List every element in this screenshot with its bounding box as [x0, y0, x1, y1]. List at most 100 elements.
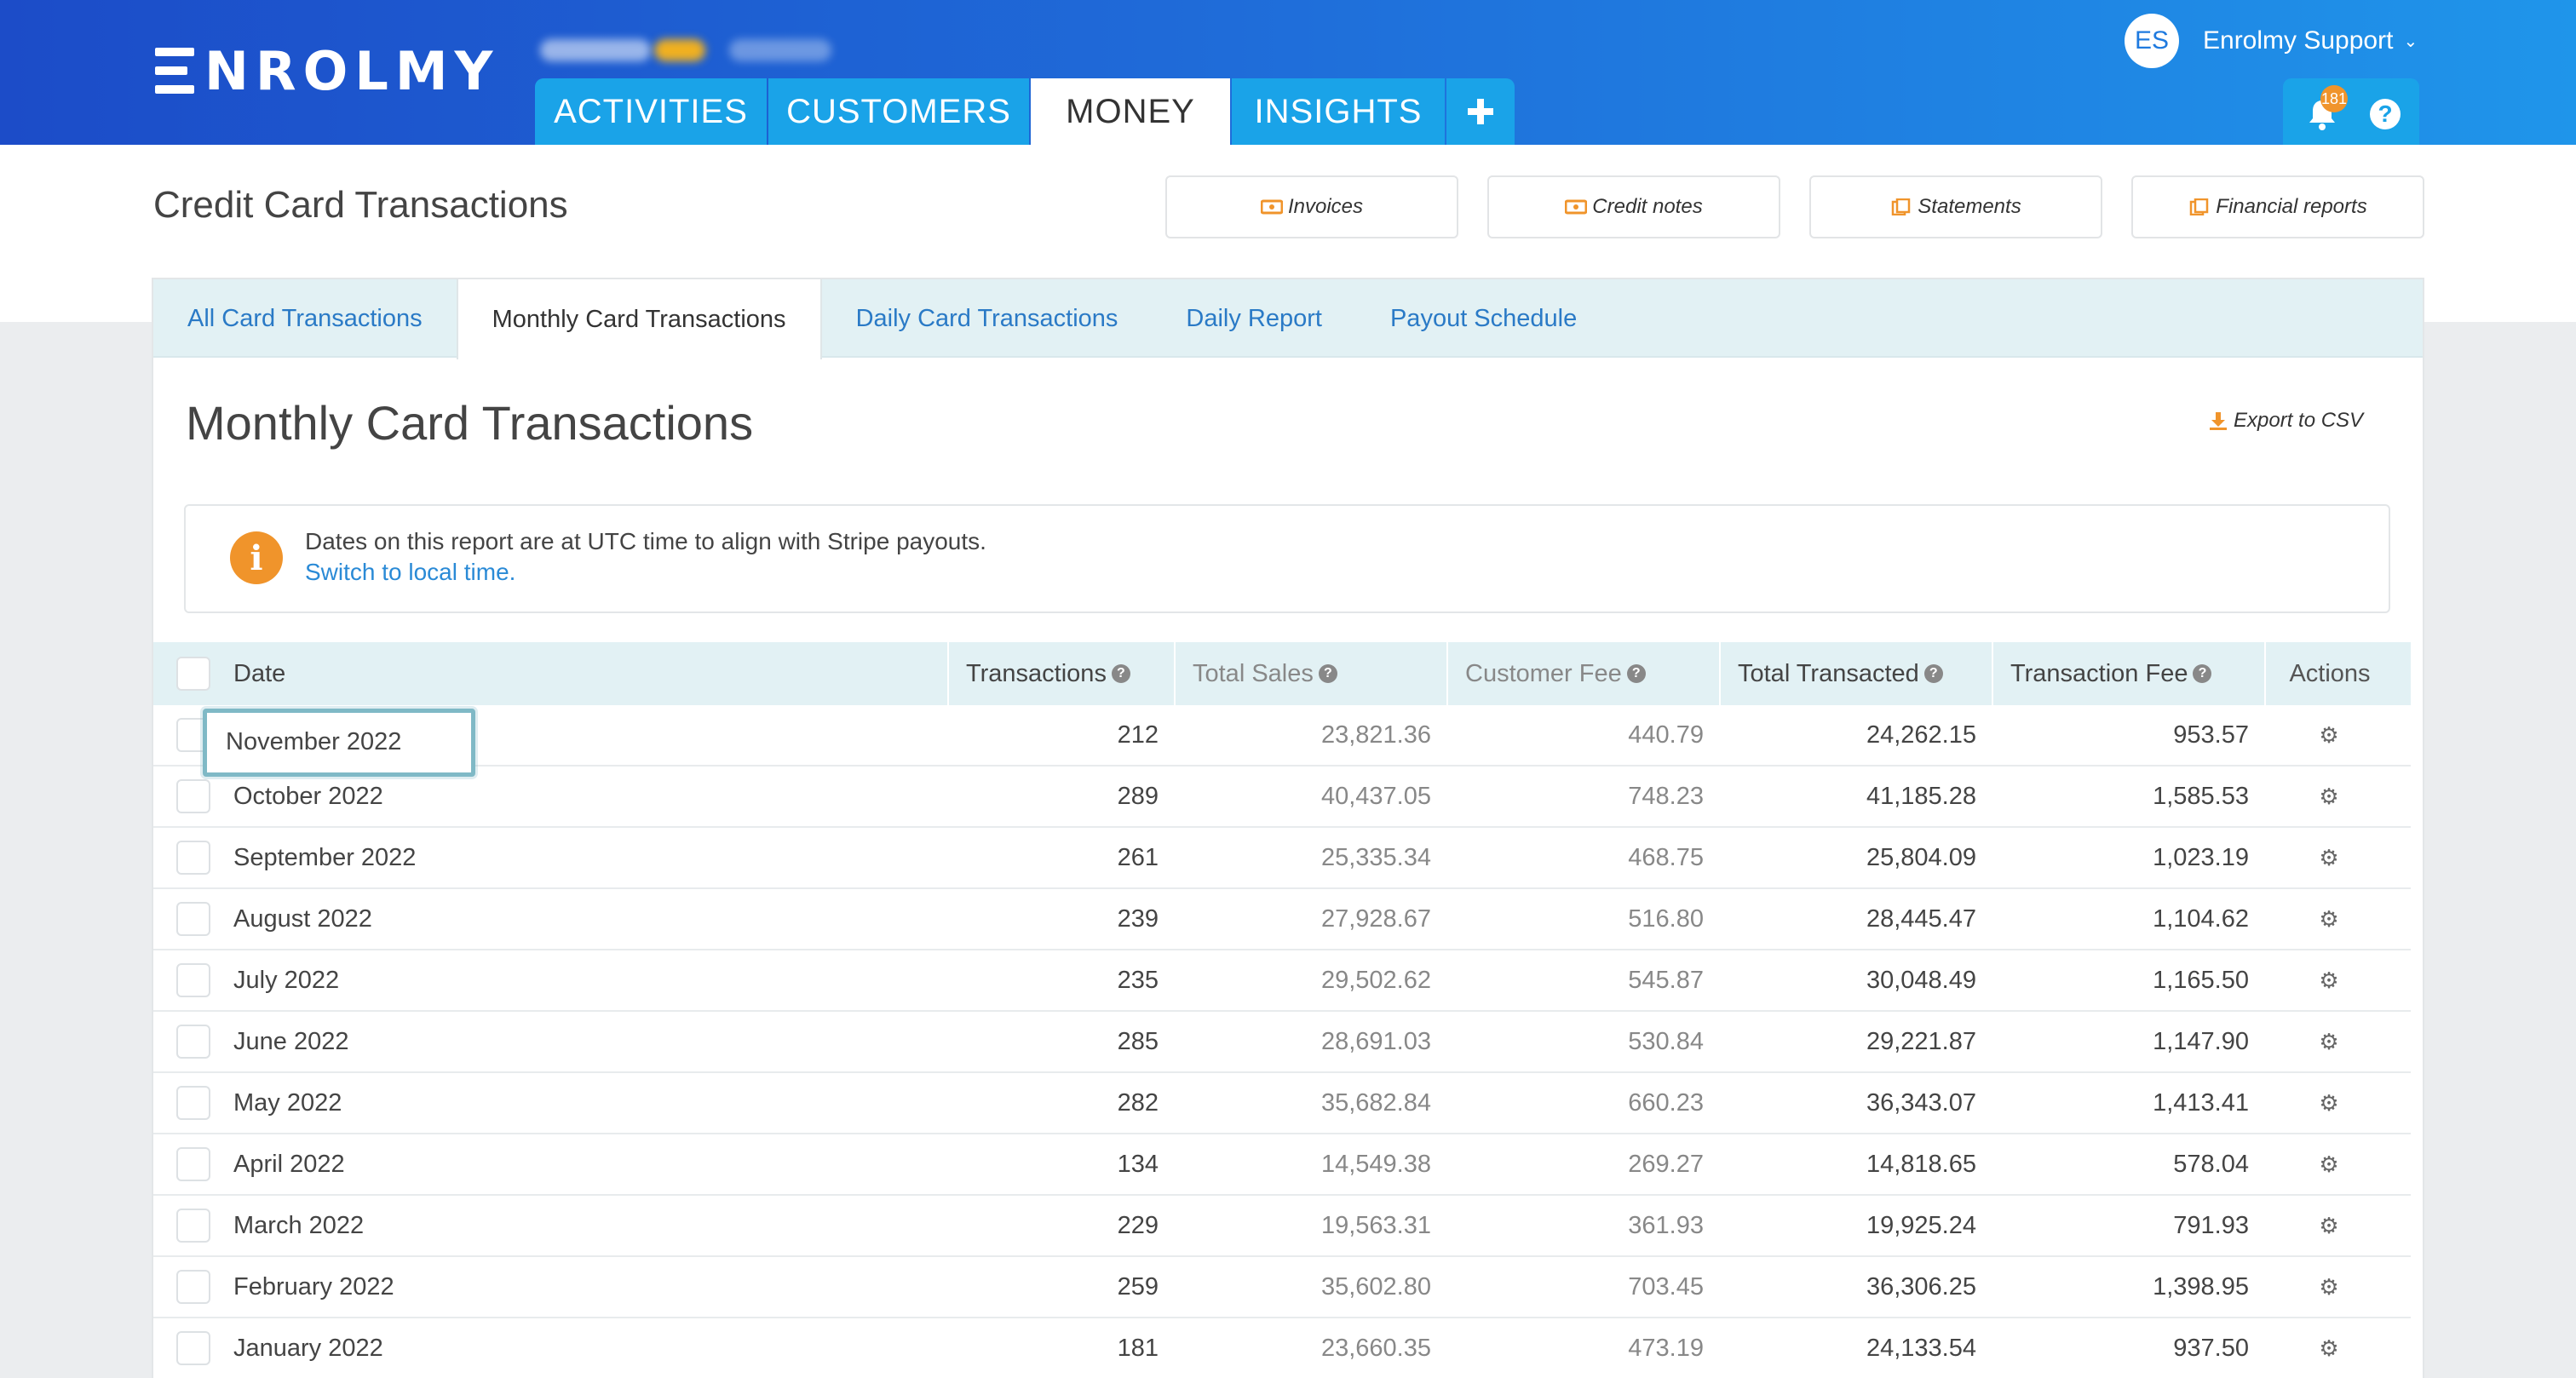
- row-transactions: 261: [1117, 843, 1159, 871]
- gear-icon[interactable]: ⚙: [2319, 906, 2338, 933]
- row-date: June 2022: [233, 1027, 349, 1055]
- row-checkbox[interactable]: [176, 1209, 210, 1243]
- col-date[interactable]: Date: [215, 642, 947, 705]
- col-customer-fee[interactable]: Customer Fee?: [1446, 642, 1719, 705]
- gear-icon[interactable]: ⚙: [2319, 845, 2338, 871]
- col-total-sales[interactable]: Total Sales?: [1174, 642, 1446, 705]
- row-select-cell: [153, 888, 215, 950]
- chevron-down-icon: ⌄: [2403, 32, 2418, 51]
- row-total-sales: 19,563.31: [1320, 1211, 1431, 1239]
- row-checkbox[interactable]: [176, 1086, 210, 1120]
- row-actions-cell: ⚙: [2264, 1011, 2394, 1072]
- row-date: April 2022: [233, 1150, 345, 1178]
- row-transactions: 259: [1117, 1272, 1159, 1300]
- documents-icon: [1892, 198, 1911, 215]
- row-total-sales: 25,335.34: [1320, 843, 1431, 871]
- help-icon[interactable]: ?: [1626, 664, 1646, 683]
- page-title: Credit Card Transactions: [153, 184, 568, 226]
- row-checkbox[interactable]: [176, 1147, 210, 1181]
- table-row[interactable]: June 2022 285 28,691.03 530.84 29,221.87 1,14…: [153, 1012, 2411, 1073]
- utc-info-box: i Dates on this report are at UTC time t…: [184, 504, 2390, 613]
- help-icon[interactable]: ?: [1923, 664, 1943, 683]
- col-transaction-fee[interactable]: Transaction Fee?: [1992, 642, 2264, 705]
- financial-reports-label: Financial reports: [2216, 195, 2367, 218]
- table-row[interactable]: January 2022 181 23,660.35 473.19 24,133.54 9…: [153, 1318, 2411, 1378]
- enrolmy-logo[interactable]: NROLMY: [155, 40, 499, 102]
- help-icon[interactable]: ?: [2370, 99, 2401, 129]
- row-checkbox[interactable]: [176, 1025, 210, 1059]
- user-menu[interactable]: ES Enrolmy Support ⌄: [2125, 14, 2418, 68]
- tab-payout-schedule[interactable]: Payout Schedule: [1356, 279, 1611, 358]
- col-total-transacted[interactable]: Total Transacted?: [1719, 642, 1992, 705]
- nav-tab-activities[interactable]: ACTIVITIES: [535, 78, 767, 145]
- row-select-cell: [153, 1195, 215, 1256]
- tab-daily-card-transactions[interactable]: Daily Card Transactions: [822, 279, 1153, 358]
- table-row[interactable]: August 2022 239 27,928.67 516.80 28,445.47 1,…: [153, 889, 2411, 950]
- focused-date-label: November 2022: [226, 728, 402, 755]
- gear-icon[interactable]: ⚙: [2319, 1274, 2338, 1300]
- help-icon[interactable]: ?: [2193, 664, 2212, 683]
- gear-icon[interactable]: ⚙: [2319, 1213, 2338, 1239]
- export-csv-button[interactable]: Export to CSV: [2208, 409, 2363, 433]
- blurred-org-detail: [729, 39, 831, 61]
- table-row[interactable]: March 2022 229 19,563.31 361.93 19,925.24 791…: [153, 1196, 2411, 1257]
- col-total-sales-label: Total Sales: [1193, 659, 1314, 687]
- row-total-transacted: 25,804.09: [1866, 843, 1976, 871]
- credit-notes-button[interactable]: Credit notes: [1487, 175, 1780, 238]
- info-text: Dates on this report are at UTC time to …: [305, 528, 986, 554]
- table-row[interactable]: November 2022 212 23,821.36 440.79 24,262.15…: [153, 705, 2411, 777]
- financial-reports-button[interactable]: Financial reports: [2131, 175, 2424, 238]
- row-checkbox[interactable]: [176, 779, 210, 813]
- nav-tab-money[interactable]: MONEY: [1031, 78, 1230, 145]
- gear-icon[interactable]: ⚙: [2319, 1151, 2338, 1178]
- row-total-transacted: 41,185.28: [1866, 782, 1976, 810]
- col-actions-label: Actions: [2289, 659, 2371, 687]
- gear-icon[interactable]: ⚙: [2319, 784, 2338, 810]
- credit-notes-label: Credit notes: [1592, 195, 1703, 218]
- blurred-org-badge: [654, 39, 705, 61]
- help-icon[interactable]: ?: [1111, 664, 1130, 683]
- gear-icon[interactable]: ⚙: [2319, 722, 2338, 749]
- row-checkbox[interactable]: [176, 902, 210, 936]
- switch-local-time-link[interactable]: Switch to local time.: [305, 559, 515, 586]
- table-row[interactable]: February 2022 259 35,602.80 703.45 36,306.25…: [153, 1257, 2411, 1318]
- main-nav: ACTIVITIES CUSTOMERS MONEY INSIGHTS: [535, 78, 1516, 145]
- col-transactions[interactable]: Transactions?: [947, 642, 1174, 705]
- row-customer-fee: 703.45: [1628, 1272, 1704, 1300]
- row-checkbox[interactable]: [176, 963, 210, 997]
- nav-tab-insights[interactable]: INSIGHTS: [1232, 78, 1445, 145]
- invoices-button[interactable]: Invoices: [1165, 175, 1458, 238]
- add-plus-button[interactable]: [1446, 78, 1515, 145]
- money-icon: [1565, 199, 1588, 215]
- table-row[interactable]: October 2022 289 40,437.05 748.23 41,185.28 1…: [153, 767, 2411, 828]
- row-checkbox[interactable]: [176, 1331, 210, 1365]
- table-row[interactable]: May 2022 282 35,682.84 660.23 36,343.07 1,413…: [153, 1073, 2411, 1134]
- table-row[interactable]: July 2022 235 29,502.62 545.87 30,048.49 1,16…: [153, 950, 2411, 1012]
- tab-all-card-transactions[interactable]: All Card Transactions: [153, 279, 457, 358]
- row-checkbox[interactable]: [176, 1270, 210, 1304]
- section-title: Monthly Card Transactions: [186, 396, 754, 450]
- select-all-checkbox[interactable]: [176, 657, 210, 691]
- row-date: February 2022: [233, 1272, 394, 1300]
- gear-icon[interactable]: ⚙: [2319, 967, 2338, 994]
- row-transactions: 239: [1117, 904, 1159, 933]
- row-checkbox[interactable]: [176, 841, 210, 875]
- gear-icon[interactable]: ⚙: [2319, 1335, 2338, 1362]
- tab-daily-report[interactable]: Daily Report: [1152, 279, 1356, 358]
- row-total-sales: 28,691.03: [1320, 1027, 1431, 1055]
- table-row[interactable]: April 2022 134 14,549.38 269.27 14,818.65 578…: [153, 1134, 2411, 1196]
- row-customer-fee: 468.75: [1628, 843, 1704, 871]
- gear-icon[interactable]: ⚙: [2319, 1090, 2338, 1117]
- row-transaction-fee: 1,104.62: [2153, 904, 2249, 933]
- export-csv-label: Export to CSV: [2234, 409, 2364, 432]
- tab-monthly-card-transactions[interactable]: Monthly Card Transactions: [456, 279, 822, 359]
- row-total-transacted: 30,048.49: [1866, 966, 1976, 994]
- row-total-transacted: 24,133.54: [1866, 1334, 1976, 1362]
- help-icon[interactable]: ?: [1318, 664, 1337, 683]
- nav-tab-customers[interactable]: CUSTOMERS: [768, 78, 1029, 145]
- gear-icon[interactable]: ⚙: [2319, 1029, 2338, 1055]
- row-transactions: 134: [1117, 1150, 1159, 1178]
- row-customer-fee: 545.87: [1628, 966, 1704, 994]
- statements-button[interactable]: Statements: [1809, 175, 2102, 238]
- table-row[interactable]: September 2022 261 25,335.34 468.75 25,804.0…: [153, 828, 2411, 889]
